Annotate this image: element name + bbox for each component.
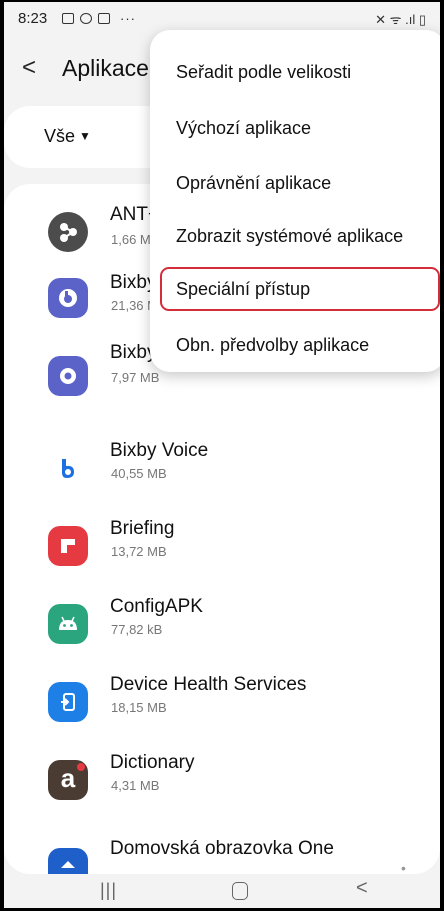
- system-status-icons: ✕ ᯤ .ıl ▯: [375, 12, 426, 27]
- special-access-highlight: [160, 267, 440, 311]
- list-item[interactable]: Device Health Services 18,15 MB: [4, 652, 440, 730]
- app-size: 77,82 kB: [111, 622, 163, 637]
- list-item[interactable]: ConfigAPK 77,82 kB: [4, 574, 440, 652]
- navigation-bar: ||| <: [4, 874, 440, 908]
- app-name: Dictionary: [110, 752, 195, 773]
- briefing-icon: [48, 526, 88, 566]
- bixby-icon: [48, 278, 88, 318]
- list-item[interactable]: Domovská obrazovka One: [4, 808, 440, 874]
- home-icon[interactable]: [232, 882, 248, 900]
- chevron-left-icon[interactable]: <: [22, 54, 36, 82]
- filter-label: Vše: [44, 126, 76, 146]
- gallery-notification-icon: [98, 13, 110, 24]
- bixby-voice-icon: [48, 448, 88, 488]
- list-item[interactable]: Briefing 13,72 MB: [4, 496, 440, 574]
- dictionary-icon: a: [48, 760, 88, 800]
- record-notification-icon: [80, 13, 92, 24]
- app-size: 18,15 MB: [111, 700, 167, 715]
- status-time: 8:23: [18, 10, 48, 27]
- android-icon: [48, 604, 88, 644]
- caret-down-icon: ▼: [79, 129, 91, 143]
- recent-apps-icon[interactable]: |||: [100, 880, 117, 901]
- app-name: ConfigAPK: [110, 596, 203, 617]
- app-size: 7,97 MB: [111, 370, 160, 385]
- list-item[interactable]: Bixby Voice 40,55 MB: [4, 418, 440, 496]
- device-health-icon: [48, 682, 88, 722]
- app-size: 13,72 MB: [111, 544, 167, 559]
- app-name: Device Health Services: [110, 674, 307, 695]
- menu-item-reset-app-preferences[interactable]: Obn. předvolby aplikace: [176, 335, 369, 356]
- more-notifications-icon: ···: [120, 11, 136, 26]
- overflow-menu: Seřadit podle velikosti Výchozí aplikace…: [150, 30, 440, 372]
- menu-item-show-system-apps[interactable]: Zobrazit systémové aplikace: [176, 226, 403, 247]
- menu-item-default-apps[interactable]: Výchozí aplikace: [176, 118, 311, 139]
- filter-dropdown[interactable]: Vše ▼: [44, 126, 91, 147]
- app-size: 4,31 MB: [111, 778, 160, 793]
- image-notification-icon: [62, 13, 74, 24]
- app-name: Bixby Voice: [110, 440, 209, 461]
- screen: 8:23 ··· ✕ ᯤ .ıl ▯ < Aplikace Vše ▼ ANT+ …: [4, 2, 440, 908]
- menu-item-sort-by-size[interactable]: Seřadit podle velikosti: [176, 62, 351, 83]
- notification-icons: ···: [62, 11, 136, 26]
- app-size: 40,55 MB: [111, 466, 167, 481]
- page-title: Aplikace: [62, 55, 149, 81]
- ant-plugins-icon: [48, 212, 88, 252]
- home-screen-icon: [48, 848, 88, 874]
- back-icon[interactable]: <: [356, 877, 368, 900]
- list-item[interactable]: a Dictionary 4,31 MB: [4, 730, 440, 808]
- app-name: Domovská obrazovka One: [110, 838, 334, 859]
- menu-item-app-permissions[interactable]: Oprávnění aplikace: [176, 173, 331, 194]
- app-name: Briefing: [110, 518, 175, 539]
- bixby-vision-icon: [48, 356, 88, 396]
